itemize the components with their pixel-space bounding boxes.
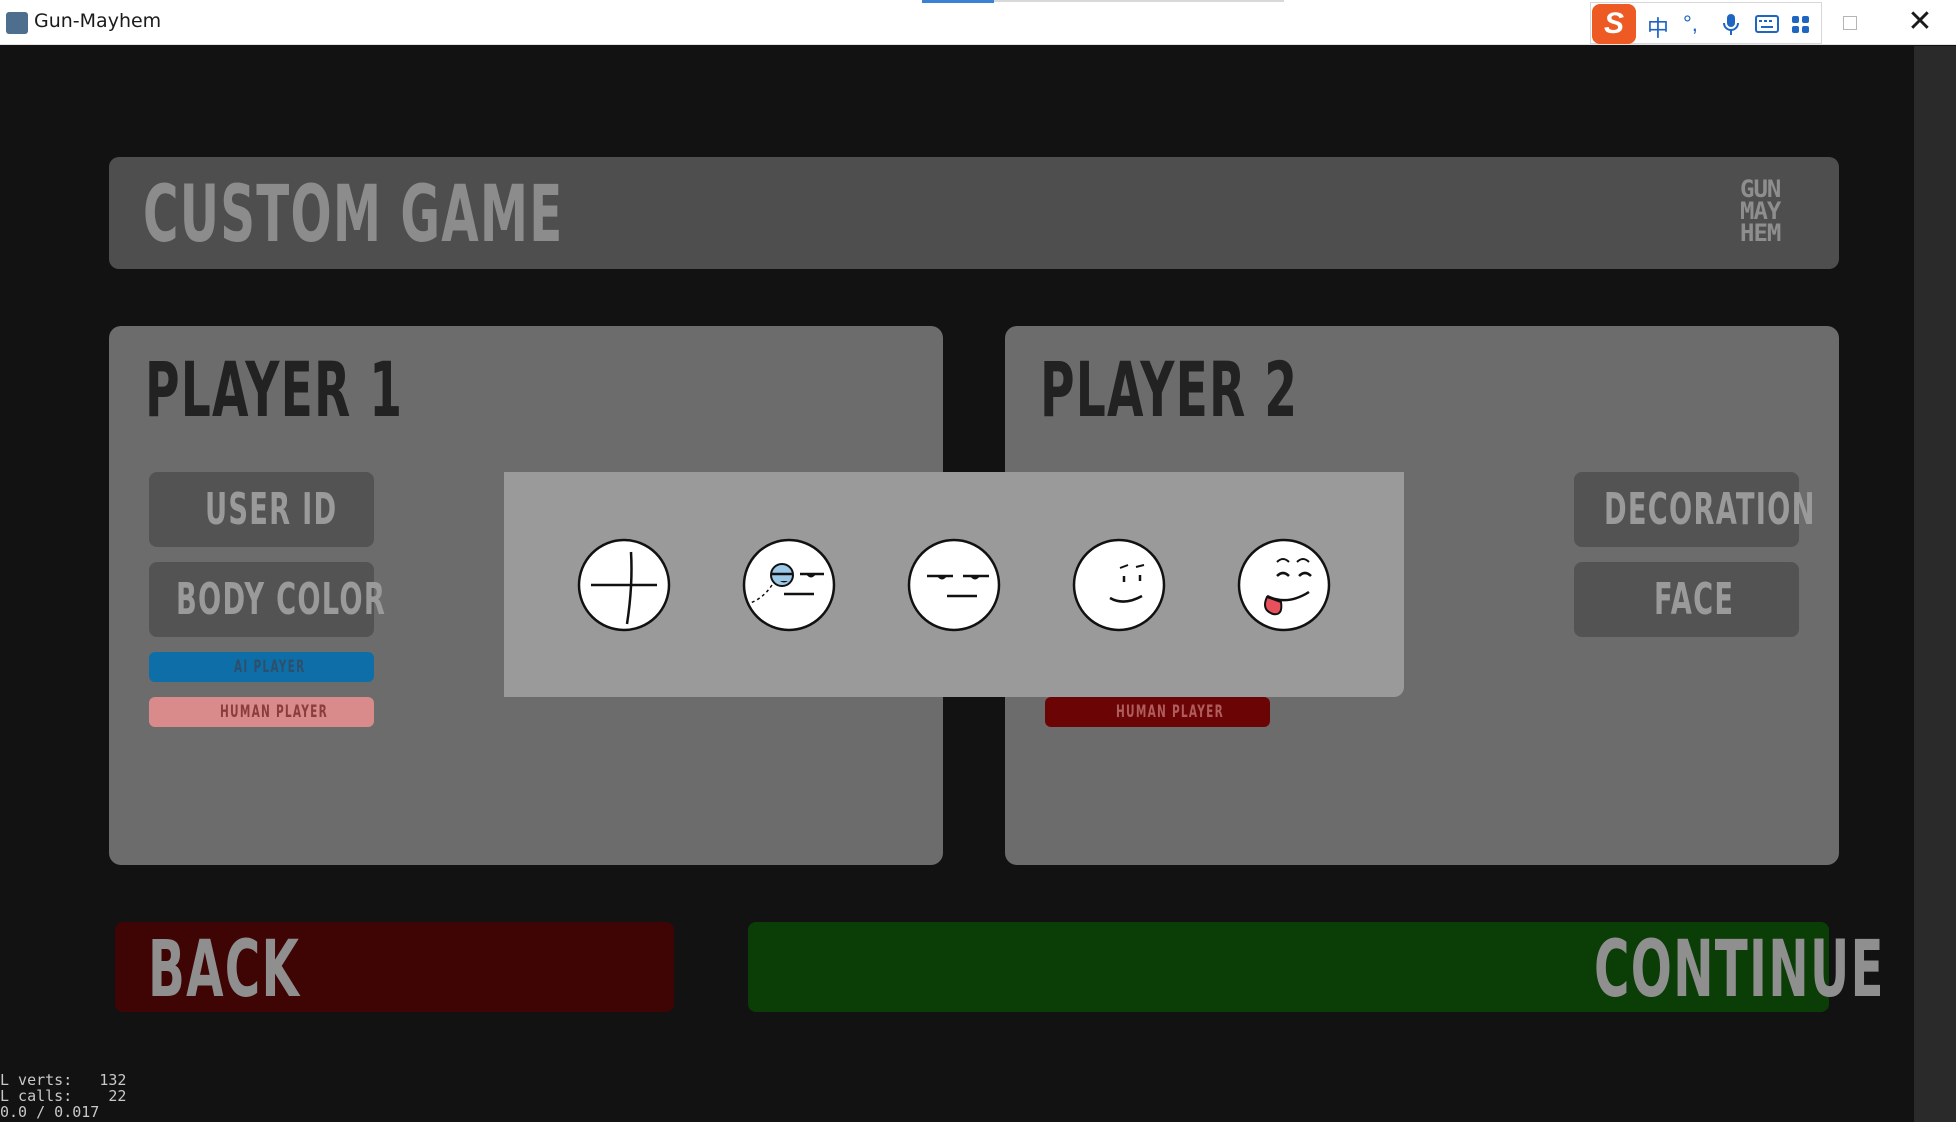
apps-icon[interactable]: [1791, 15, 1811, 35]
face-monocle-icon[interactable]: [742, 538, 836, 632]
debug-line: 0.0 / 0.017: [0, 1103, 100, 1121]
close-button[interactable]: ✕: [1900, 6, 1940, 40]
logo-line: HEM: [1740, 219, 1781, 247]
user-id-label: USER ID: [205, 484, 338, 535]
player2-title: PLAYER 2: [1040, 345, 1299, 434]
debug-stats: L verts: 132 L calls: 22 0.0 / 0.017: [0, 1072, 126, 1120]
face-label: FACE: [1654, 574, 1735, 625]
body-color-label: BODY COLOR: [176, 574, 387, 625]
window-title: Gun-Mayhem: [34, 10, 162, 32]
face-unimpressed-icon[interactable]: [907, 538, 1001, 632]
back-label: BACK: [148, 925, 301, 1015]
titlebar-accent: [922, 0, 994, 3]
app-icon: [6, 12, 28, 34]
face-blank-icon[interactable]: [577, 538, 671, 632]
ime-lang-toggle[interactable]: 中: [1647, 11, 1669, 43]
player1-title: PLAYER 1: [145, 345, 404, 434]
right-edge-strip: [1914, 46, 1956, 1122]
human-player-label: HUMAN PLAYER: [1116, 702, 1224, 722]
ai-player-label: AI PLAYER: [234, 657, 306, 677]
decoration-label: DECORATION: [1604, 484, 1816, 535]
titlebar-divider: [994, 0, 1284, 2]
maximize-icon: [1843, 16, 1857, 30]
page-title: CUSTOM GAME: [143, 170, 564, 260]
face-tongue-icon[interactable]: [1237, 538, 1331, 632]
ime-logo[interactable]: S: [1592, 4, 1636, 44]
face-smirk-icon[interactable]: [1072, 538, 1166, 632]
keyboard-icon[interactable]: [1755, 15, 1779, 35]
ime-punct-toggle[interactable]: °,: [1683, 11, 1698, 37]
game-logo: GUN MAY HEM: [1740, 177, 1818, 250]
debug-line: L verts: 132: [0, 1071, 127, 1089]
human-player-label: HUMAN PLAYER: [220, 702, 328, 722]
continue-label: CONTINUE: [1594, 925, 1885, 1015]
debug-line: L calls: 22: [0, 1087, 127, 1105]
mic-icon[interactable]: [1721, 13, 1741, 37]
